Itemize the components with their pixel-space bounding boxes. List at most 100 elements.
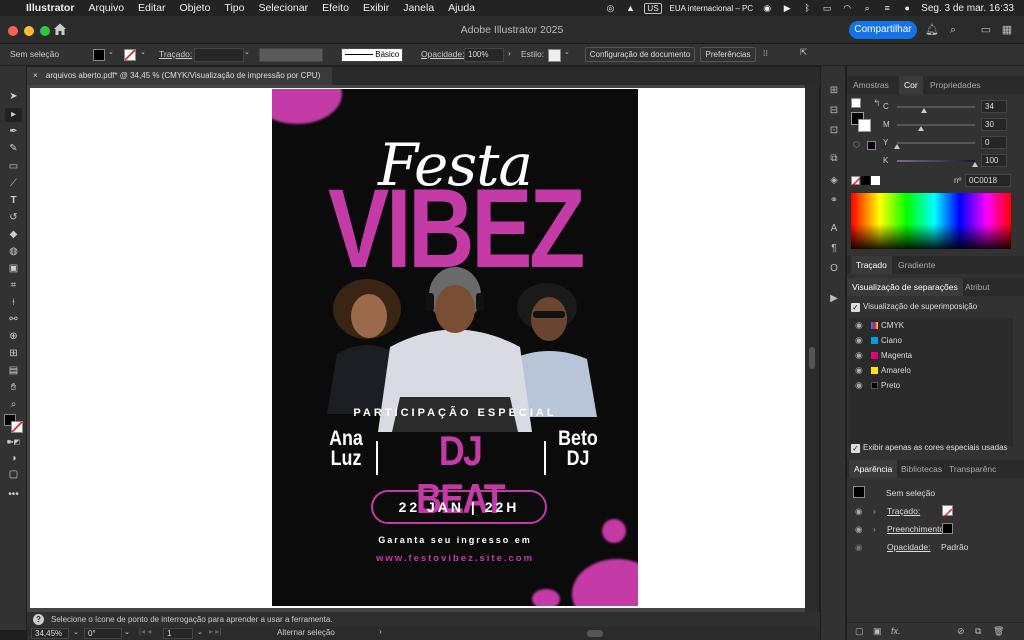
vertical-scrollbar[interactable] <box>805 85 819 612</box>
document-tab[interactable]: × arquivos aberto.pdf* @ 34,45 % (CMYK/V… <box>27 67 332 85</box>
hand-tool-icon[interactable]: ✋︎ <box>5 381 22 395</box>
menu-objeto[interactable]: Objeto <box>179 2 210 14</box>
add-stroke-icon[interactable]: ▢ <box>855 626 864 637</box>
selection-tool-icon[interactable]: ➤ <box>5 90 22 104</box>
variable-width-field[interactable] <box>259 48 323 62</box>
first-artboard-icon[interactable]: |◂ ◂ <box>139 627 151 636</box>
input-flag[interactable]: US <box>644 2 662 14</box>
blend-tool-icon[interactable]: ⚯ <box>5 313 22 327</box>
sep-row-preto[interactable]: ◉ Preto <box>849 378 1024 393</box>
stroke-swatch[interactable] <box>124 49 136 61</box>
type-tool-icon[interactable]: T <box>5 194 22 208</box>
eye-icon[interactable]: ◉ <box>855 538 862 556</box>
document-setup-button[interactable]: Configuração de documento <box>585 47 695 62</box>
chevron-down-icon[interactable]: ⌄ <box>124 628 130 636</box>
help-icon[interactable]: ? <box>33 614 44 625</box>
stroke-color-swatch[interactable] <box>11 421 23 433</box>
actions-play-icon[interactable]: ▶ <box>827 292 841 306</box>
chevron-down-icon[interactable]: ⌄ <box>73 628 79 636</box>
fx-icon[interactable]: fx. <box>891 626 901 636</box>
eyedropper-tool-icon[interactable]: ⟊ <box>5 296 22 310</box>
menu-app[interactable]: Illustrator <box>26 2 74 14</box>
add-fill-icon[interactable]: ▣ <box>873 626 882 637</box>
rectangle-tool-icon[interactable]: ▭ <box>5 160 22 174</box>
slider-m[interactable]: M 30 <box>847 117 1024 133</box>
artboard-number-field[interactable]: 1 <box>163 628 193 639</box>
chevron-right-icon[interactable]: › <box>873 520 876 538</box>
menu-arquivo[interactable]: Arquivo <box>88 2 124 14</box>
clear-appearance-icon[interactable]: ⊘ <box>957 626 965 637</box>
slider-y-track[interactable] <box>897 142 975 144</box>
sep-row-ciano[interactable]: ◉ Ciano <box>849 333 1024 348</box>
character-icon[interactable]: A <box>827 222 841 236</box>
chevron-down-icon[interactable]: ⌄ <box>564 48 570 56</box>
slider-c-track[interactable] <box>897 106 975 108</box>
arrange-icon[interactable]: ▦ <box>1000 23 1014 37</box>
brush-tool-icon[interactable]: ⟋ <box>5 177 22 191</box>
eye-icon[interactable]: ◉ <box>855 378 863 393</box>
tab-transparencia[interactable]: Transparênc <box>944 460 1001 478</box>
scroll-thumb[interactable] <box>809 347 815 369</box>
tab-aparencia[interactable]: Aparência <box>849 460 898 478</box>
pen-tool-icon[interactable]: ✒ <box>5 125 22 139</box>
sep-row-cmyk[interactable]: ◉ CMYK <box>849 318 1024 333</box>
appearance-stroke-label[interactable]: Traçado: <box>887 502 920 520</box>
opentype-icon[interactable]: O <box>827 262 841 276</box>
style-swatch[interactable] <box>548 49 561 62</box>
tab-cor[interactable]: Cor <box>899 76 923 94</box>
adobe-icon[interactable]: ▲ <box>624 3 636 13</box>
symbol-sprayer-tool-icon[interactable]: ⊕ <box>5 330 22 344</box>
opacity-label[interactable]: Opacidade: <box>421 49 464 59</box>
slider-y-knob[interactable] <box>894 144 900 149</box>
white-color-swatch[interactable] <box>871 176 880 185</box>
workspace-icon[interactable]: ▭ <box>979 23 993 37</box>
input-source[interactable]: EUA internacional – PC <box>670 4 754 13</box>
tab-amostras[interactable]: Amostras <box>848 76 894 94</box>
chevron-down-icon[interactable]: ⌄ <box>140 48 146 56</box>
tab-propriedades[interactable]: Propriedades <box>925 76 986 94</box>
hscroll-thumb[interactable] <box>587 630 603 637</box>
artboard-tool-icon[interactable]: ⊞ <box>5 347 22 361</box>
creative-cloud-icon[interactable]: ◎ <box>604 3 616 13</box>
align-icon[interactable]: ⊟ <box>827 104 841 118</box>
zoom-field[interactable]: 34,45% <box>31 628 69 639</box>
stroke-weight-field[interactable] <box>194 48 244 62</box>
tab-bibliotecas[interactable]: Bibliotecas <box>896 460 947 478</box>
chevron-right-icon[interactable]: › <box>508 48 511 58</box>
chevron-right-icon[interactable]: › <box>379 627 382 636</box>
slider-k-knob[interactable] <box>972 162 978 167</box>
bluetooth-icon[interactable]: ᛒ <box>801 3 813 13</box>
share-button[interactable]: Compartilhar <box>849 21 917 39</box>
control-center-icon[interactable]: ≡ <box>881 3 893 13</box>
links-icon[interactable]: ⚭ <box>827 194 841 208</box>
menu-editar[interactable]: Editar <box>138 2 165 14</box>
slider-k-track[interactable] <box>897 160 975 162</box>
bell-icon[interactable]: 🔔︎ <box>925 23 939 37</box>
play-icon[interactable]: ▶ <box>781 3 793 13</box>
slider-c[interactable]: C 34 <box>847 99 1024 115</box>
preferences-button[interactable]: Preferências <box>700 47 756 62</box>
overprint-checkbox[interactable]: ✓ <box>851 303 860 312</box>
fill-swatch[interactable] <box>93 49 105 61</box>
trash-icon[interactable]: 🗑︎ <box>993 626 1004 637</box>
appearance-opacity-row[interactable]: ◉ Opacidade: Padrão <box>847 538 1024 556</box>
close-tab-icon[interactable]: × <box>33 71 38 80</box>
eraser-tool-icon[interactable]: ◆ <box>5 228 22 242</box>
color-spectrum[interactable] <box>851 193 1011 249</box>
rotation-field[interactable]: 0° <box>84 628 122 639</box>
hex-field[interactable]: 0C0018 <box>965 174 1011 187</box>
libraries-icon[interactable]: ⊞ <box>827 84 841 98</box>
eye-icon[interactable]: ◉ <box>855 348 863 363</box>
curvature-tool-icon[interactable]: ✎ <box>5 142 22 156</box>
more-tools-icon[interactable]: ••• <box>5 488 22 502</box>
slider-m-value[interactable]: 30 <box>981 118 1007 131</box>
battery-icon[interactable]: ▭ <box>821 3 833 13</box>
draw-mode-icon[interactable]: ◑ <box>5 452 22 466</box>
last-artboard-icon[interactable]: ▸ ▸| <box>209 627 221 636</box>
eye-icon[interactable]: ◉ <box>855 333 863 348</box>
slider-m-track[interactable] <box>897 124 975 126</box>
chevron-right-icon[interactable]: › <box>873 502 876 520</box>
eye-icon[interactable]: ◉ <box>855 363 863 378</box>
black-color-swatch[interactable] <box>861 176 870 185</box>
user-icon[interactable]: ● <box>901 3 913 13</box>
